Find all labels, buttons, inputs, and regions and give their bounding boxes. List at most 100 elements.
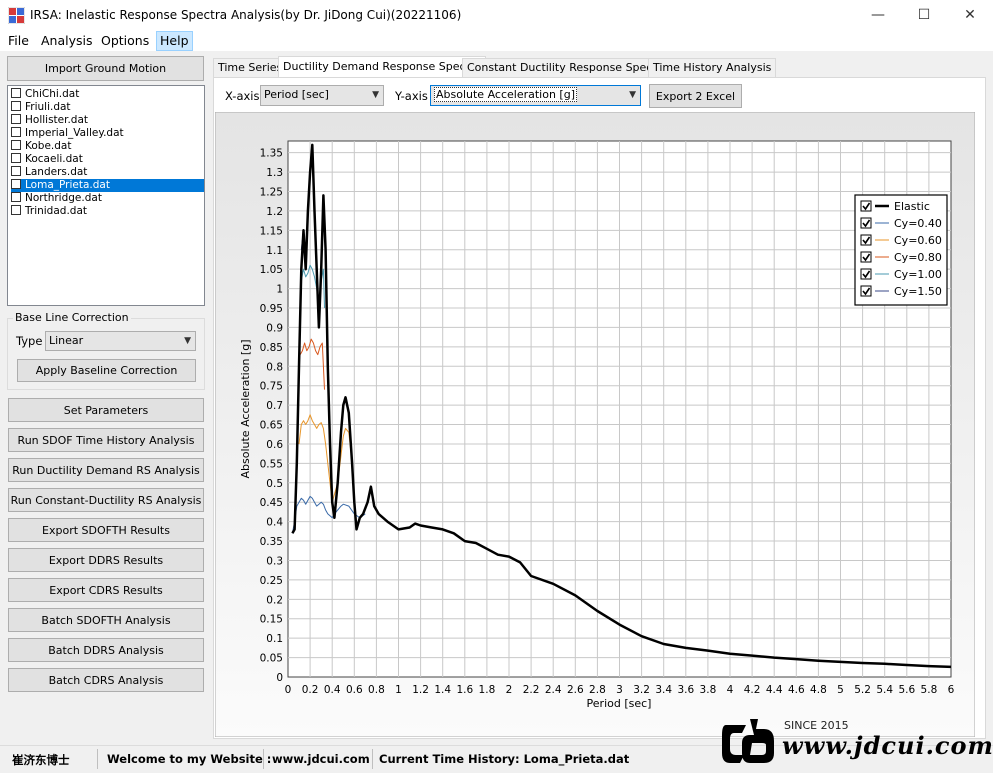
status-author: 崔济东博士 [12, 753, 70, 767]
x-axis-label: Period [sec] [587, 697, 652, 710]
close-button[interactable]: ✕ [947, 0, 993, 31]
x-tick-label: 5.8 [921, 684, 938, 696]
list-item[interactable]: Kocaeli.dat [11, 153, 204, 166]
baseline-type-select[interactable]: Linear ▼ [45, 331, 196, 351]
export-excel-button[interactable]: Export 2 Excel [649, 84, 742, 108]
file-checkbox[interactable] [11, 205, 21, 215]
menu-analysis[interactable]: Analysis [41, 33, 93, 48]
maximize-button[interactable]: ☐ [901, 0, 947, 31]
menu-options[interactable]: Options [101, 33, 149, 48]
export-ddrs-button[interactable]: Export DDRS Results [8, 548, 204, 572]
x-tick-label: 1 [395, 684, 402, 696]
app-icon [8, 7, 25, 24]
x-tick-label: 4.2 [744, 684, 761, 696]
menu-help[interactable]: Help [156, 31, 193, 51]
list-item[interactable]: Loma_Prieta.dat [11, 179, 204, 192]
chart-legend[interactable]: Elastic Cy=0.40 Cy=0.60 Cy=0.80 Cy=1.00 Cy=1.… [854, 194, 948, 306]
x-tick-label: 0.8 [368, 684, 385, 696]
baseline-correction-group: Base Line Correction Type Linear ▼ Apply… [7, 311, 205, 390]
xaxis-select[interactable]: Period [sec] ▼ [260, 85, 384, 106]
list-item[interactable]: ChiChi.dat [11, 88, 204, 101]
file-checkbox[interactable] [11, 114, 21, 124]
file-name: Northridge.dat [25, 192, 102, 204]
file-checkbox[interactable] [11, 127, 21, 137]
list-item[interactable]: Northridge.dat [11, 192, 204, 205]
y-tick-label: 1 [276, 284, 283, 296]
legend-label: Cy=0.80 [894, 251, 942, 264]
tab-ductility-demand[interactable]: Ductility Demand Response Spectra [278, 56, 487, 78]
y-tick-label: 0.7 [266, 400, 283, 412]
x-tick-label: 4.6 [788, 684, 805, 696]
x-tick-label: 4 [727, 684, 734, 696]
x-tick-label: 4.8 [810, 684, 827, 696]
set-parameters-button[interactable]: Set Parameters [8, 398, 204, 422]
x-tick-label: 3 [616, 684, 623, 696]
legend-label: Elastic [894, 200, 930, 213]
file-checkbox[interactable] [11, 179, 21, 189]
list-item[interactable]: Imperial_Valley.dat [11, 127, 204, 140]
x-tick-label: 2.8 [589, 684, 606, 696]
y-tick-label: 0.3 [266, 555, 283, 567]
x-tick-label: 4.4 [766, 684, 783, 696]
x-tick-label: 2.2 [523, 684, 540, 696]
run-cdrs-button[interactable]: Run Constant-Ductility RS Analysis [8, 488, 204, 512]
yaxis-select[interactable]: Absolute Acceleration [g] ▼ [430, 85, 641, 106]
minimize-button[interactable]: — [855, 0, 901, 31]
y-tick-label: 0.4 [266, 517, 283, 529]
xaxis-value: Period [sec] [264, 88, 329, 101]
window-title: IRSA: Inelastic Response Spectra Analysi… [30, 8, 462, 22]
batch-ddrs-button[interactable]: Batch DDRS Analysis [8, 638, 204, 662]
brand-url: www.jdcui.com [782, 731, 993, 760]
status-website[interactable]: www.jdcui.com [272, 752, 370, 766]
list-item[interactable]: Trinidad.dat [11, 205, 204, 218]
file-checkbox[interactable] [11, 140, 21, 150]
file-checkbox[interactable] [11, 192, 21, 202]
x-tick-label: 3.6 [677, 684, 694, 696]
list-item[interactable]: Hollister.dat [11, 114, 204, 127]
run-sdof-th-button[interactable]: Run SDOF Time History Analysis [8, 428, 204, 452]
file-checkbox[interactable] [11, 153, 21, 163]
y-tick-label: 0.85 [260, 342, 283, 354]
y-tick-label: 0.15 [260, 614, 283, 626]
x-tick-label: 5.2 [854, 684, 871, 696]
ground-motion-list[interactable]: ChiChi.dat Friuli.dat Hollister.dat Imperia… [7, 85, 205, 306]
list-item[interactable]: Kobe.dat [11, 140, 204, 153]
yaxis-value: Absolute Acceleration [g] [434, 87, 577, 102]
file-checkbox[interactable] [11, 101, 21, 111]
menu-file[interactable]: File [8, 33, 29, 48]
list-item[interactable]: Landers.dat [11, 166, 204, 179]
legend-label: Cy=1.50 [894, 285, 942, 298]
y-tick-label: 0 [276, 672, 283, 684]
x-tick-label: 1.2 [412, 684, 429, 696]
baseline-group-title: Base Line Correction [13, 311, 131, 324]
y-tick-label: 1.35 [260, 148, 283, 160]
y-tick-label: 0.8 [266, 361, 283, 373]
list-item[interactable]: Friuli.dat [11, 101, 204, 114]
tab-time-series[interactable]: Time Series [213, 58, 288, 77]
file-name: Friuli.dat [25, 101, 71, 113]
file-name: ChiChi.dat [25, 88, 80, 100]
file-checkbox[interactable] [11, 88, 21, 98]
x-tick-label: 0.6 [346, 684, 363, 696]
export-cdrs-button[interactable]: Export CDRS Results [8, 578, 204, 602]
x-tick-label: 6 [948, 684, 955, 696]
run-ddrs-button[interactable]: Run Ductility Demand RS Analysis [8, 458, 204, 482]
import-ground-motion-button[interactable]: Import Ground Motion [7, 56, 204, 81]
export-sdofth-button[interactable]: Export SDOFTH Results [8, 518, 204, 542]
title-bar: IRSA: Inelastic Response Spectra Analysi… [0, 0, 993, 31]
file-name: Landers.dat [25, 166, 88, 178]
x-tick-label: 5 [837, 684, 844, 696]
tab-constant-ductility[interactable]: Constant Ductility Response Spectra [462, 58, 673, 77]
y-tick-label: 1.3 [266, 167, 283, 179]
apply-baseline-button[interactable]: Apply Baseline Correction [17, 359, 196, 382]
x-tick-label: 0.2 [302, 684, 319, 696]
y-tick-label: 0.1 [266, 633, 283, 645]
y-tick-label: 1.05 [260, 264, 283, 276]
batch-cdrs-button[interactable]: Batch CDRS Analysis [8, 668, 204, 692]
tab-time-history[interactable]: Time History Analysis [648, 58, 777, 77]
x-tick-label: 3.8 [700, 684, 717, 696]
yaxis-label: Y-axis [395, 89, 428, 103]
file-checkbox[interactable] [11, 166, 21, 176]
batch-sdofth-button[interactable]: Batch SDOFTH Analysis [8, 608, 204, 632]
x-tick-label: 5.6 [898, 684, 915, 696]
